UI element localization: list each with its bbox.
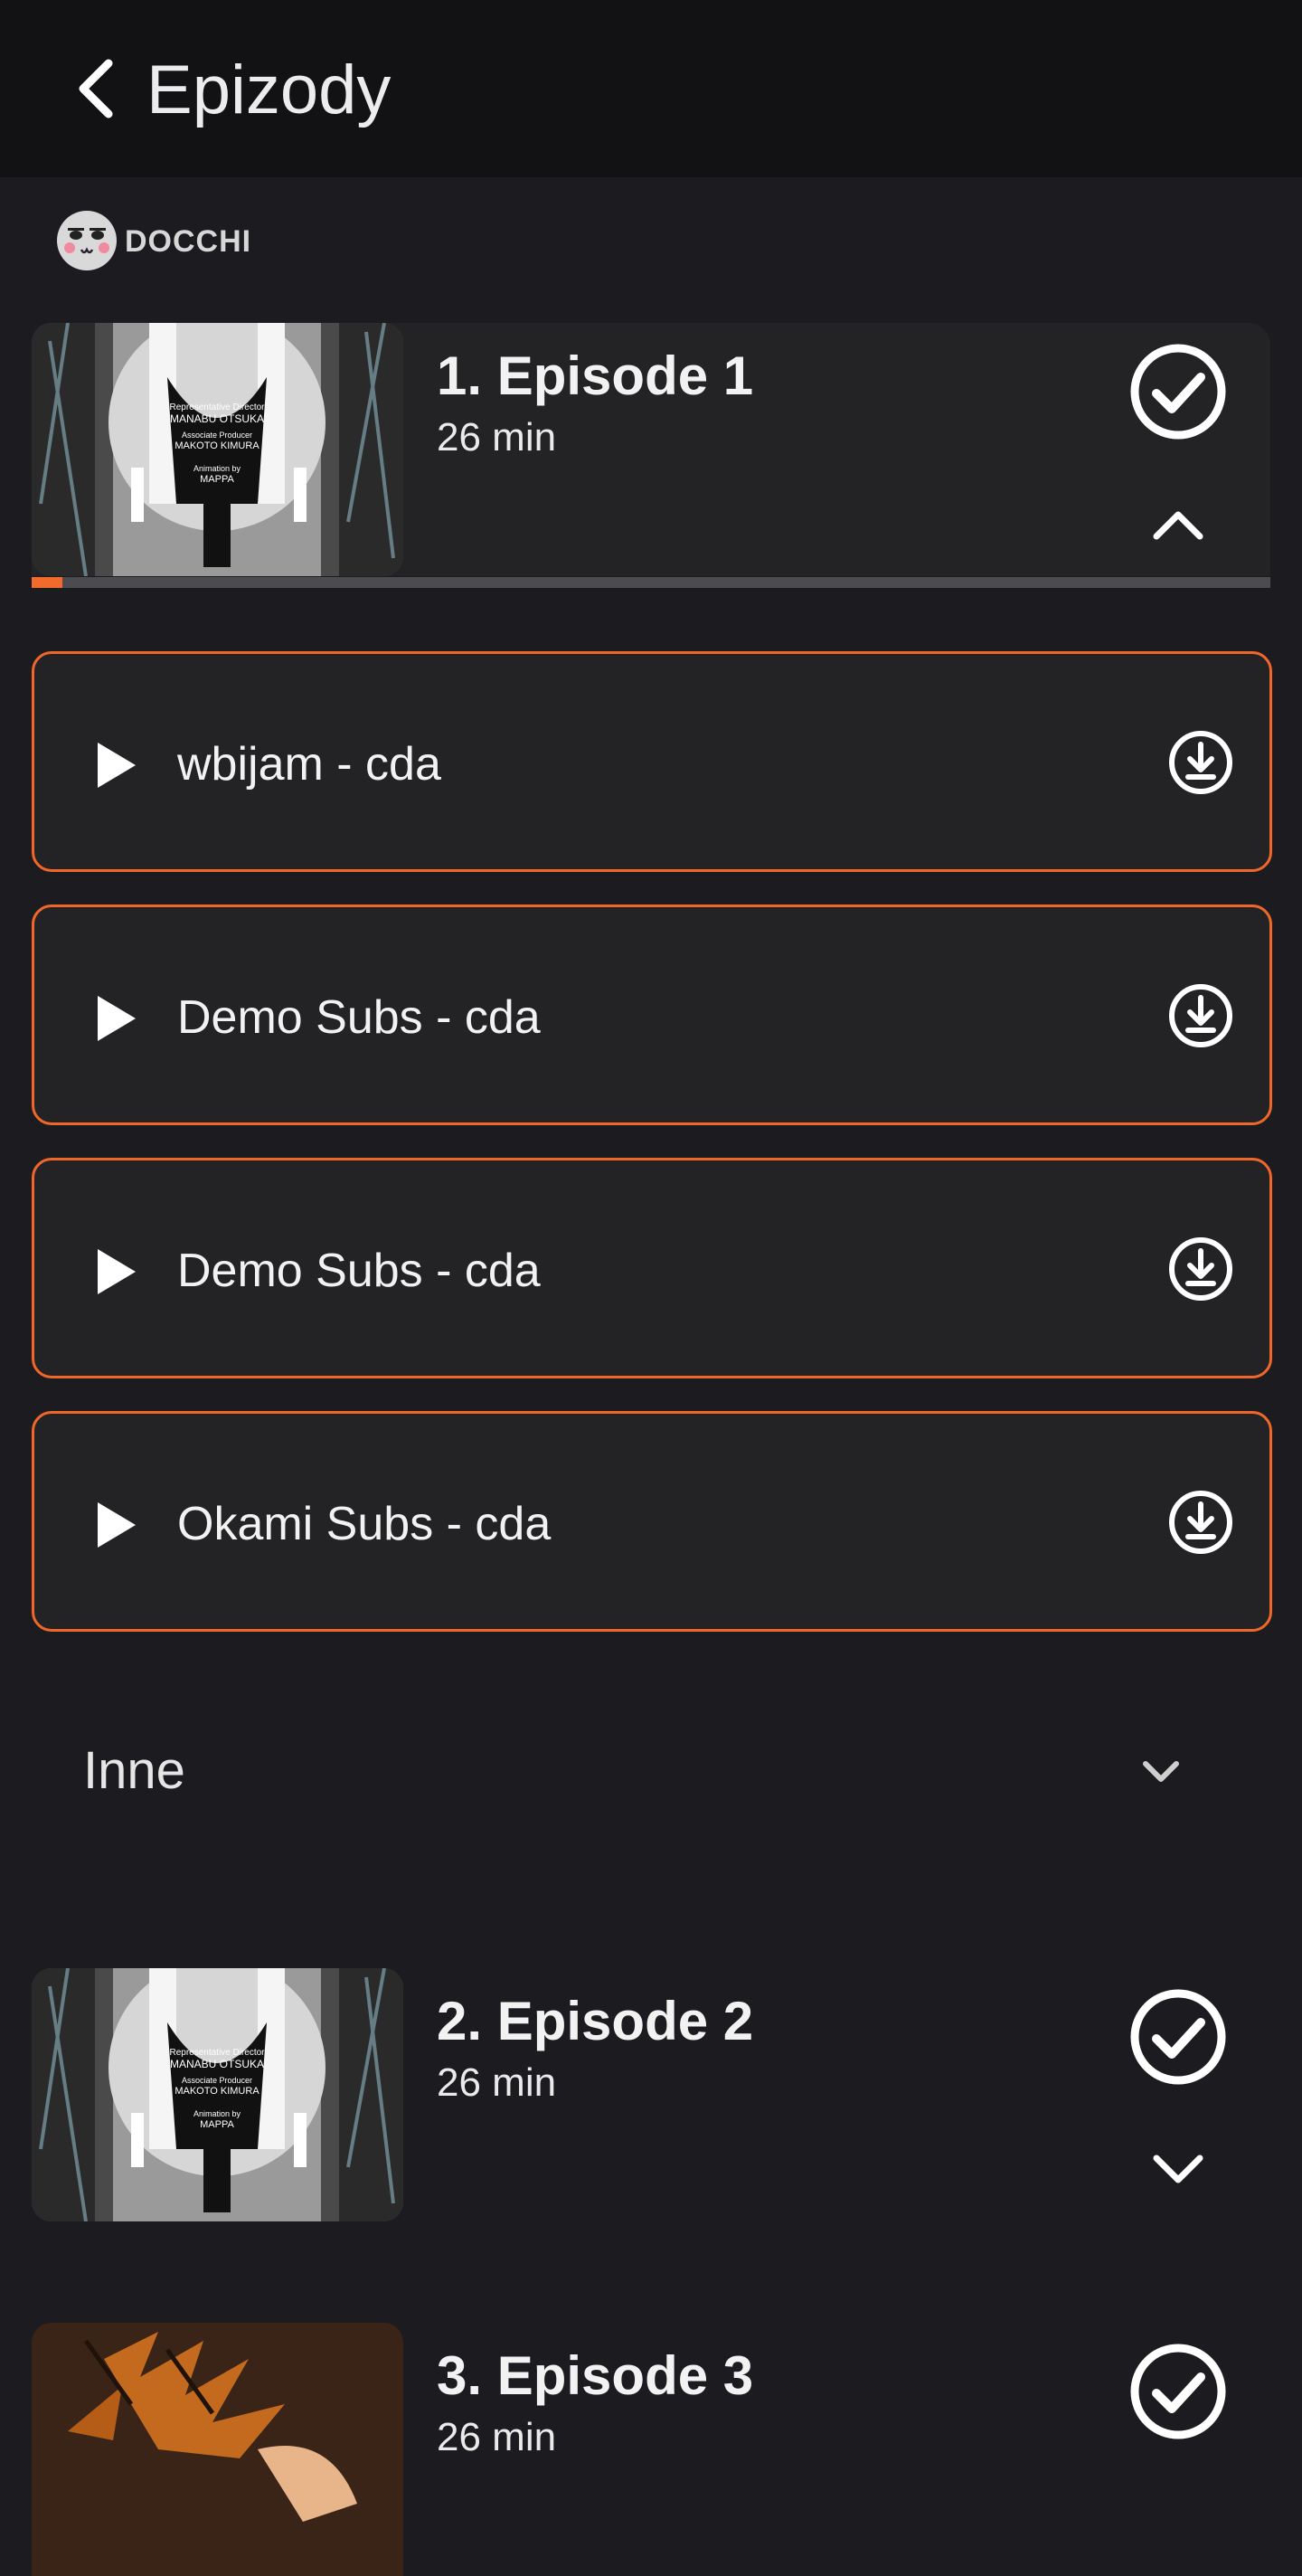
check-circle-icon[interactable]: [1129, 1988, 1227, 2086]
episode-title: 3. Episode 3: [437, 2345, 754, 2406]
source-item[interactable]: Demo Subs - cda: [32, 904, 1272, 1125]
thumb-animation-name: MAPPA: [200, 2118, 234, 2130]
thumb-animation-role: Animation by: [193, 464, 241, 474]
play-icon: [98, 1502, 136, 1548]
thumb-director-name: MANABU OTSUKA: [169, 2057, 264, 2070]
chevron-left-icon[interactable]: [71, 56, 125, 121]
brand-name: DOCCHI: [125, 224, 252, 259]
episode-duration: 26 min: [437, 415, 557, 459]
episode-title: 1. Episode 1: [437, 346, 754, 406]
download-icon[interactable]: [1168, 730, 1233, 795]
source-label: Okami Subs - cda: [177, 1498, 552, 1550]
episode-thumbnail: [32, 2323, 403, 2576]
source-label: Demo Subs - cda: [177, 991, 541, 1044]
episode-card[interactable]: Representative Director MANABU OTSUKA As…: [32, 323, 1270, 576]
episode-duration: 26 min: [437, 2060, 557, 2105]
play-icon: [98, 1249, 136, 1294]
thumb-director-role: Representative Director: [169, 402, 265, 412]
play-icon: [98, 996, 136, 1041]
source-label: wbijam - cda: [177, 738, 441, 791]
episode-thumbnail: Representative Director MANABU OTSUKA As…: [32, 323, 403, 576]
check-circle-icon[interactable]: [1129, 2343, 1227, 2440]
source-item[interactable]: Demo Subs - cda: [32, 1158, 1272, 1378]
check-circle-icon[interactable]: [1129, 343, 1227, 440]
episode-thumbnail: Representative Director MANABU OTSUKA As…: [32, 1968, 403, 2221]
thumb-director-name: MANABU OTSUKA: [169, 412, 264, 425]
thumb-director-role: Representative Director: [169, 2048, 265, 2058]
other-sources-label: Inne: [83, 1741, 185, 1800]
thumb-producer-role: Associate Producer: [181, 431, 253, 440]
page-title: Epizody: [146, 52, 392, 128]
thumb-producer-role: Associate Producer: [181, 2076, 253, 2086]
thumb-producer-name: MAKOTO KIMURA: [175, 440, 259, 451]
source-label: Demo Subs - cda: [177, 1245, 541, 1297]
watch-progress-fill: [32, 577, 63, 588]
chevron-down-icon: [1143, 1761, 1179, 1782]
download-icon[interactable]: [1168, 983, 1233, 1048]
other-sources-toggle[interactable]: Inne: [32, 1711, 1270, 1829]
thumb-producer-name: MAKOTO KIMURA: [175, 2085, 259, 2097]
download-icon[interactable]: [1168, 1490, 1233, 1555]
top-app-bar: Epizody: [0, 0, 1302, 177]
chevron-down-icon[interactable]: [1149, 2149, 1207, 2189]
thumb-animation-role: Animation by: [193, 2109, 241, 2119]
episode-card[interactable]: 3. Episode 3 26 min: [32, 2323, 1270, 2576]
play-icon: [98, 743, 136, 788]
source-item[interactable]: wbijam - cda: [32, 651, 1272, 872]
episode-title: 2. Episode 2: [437, 1991, 754, 2051]
source-item[interactable]: Okami Subs - cda: [32, 1411, 1272, 1632]
episode-duration: 26 min: [437, 2415, 557, 2459]
download-icon[interactable]: [1168, 1236, 1233, 1302]
thumb-animation-name: MAPPA: [200, 473, 234, 485]
watch-progress-bar: [32, 577, 1270, 588]
face-logo-icon: [57, 211, 117, 270]
chevron-up-icon[interactable]: [1149, 504, 1207, 544]
episode-card[interactable]: Representative Director MANABU OTSUKA As…: [32, 1968, 1270, 2221]
